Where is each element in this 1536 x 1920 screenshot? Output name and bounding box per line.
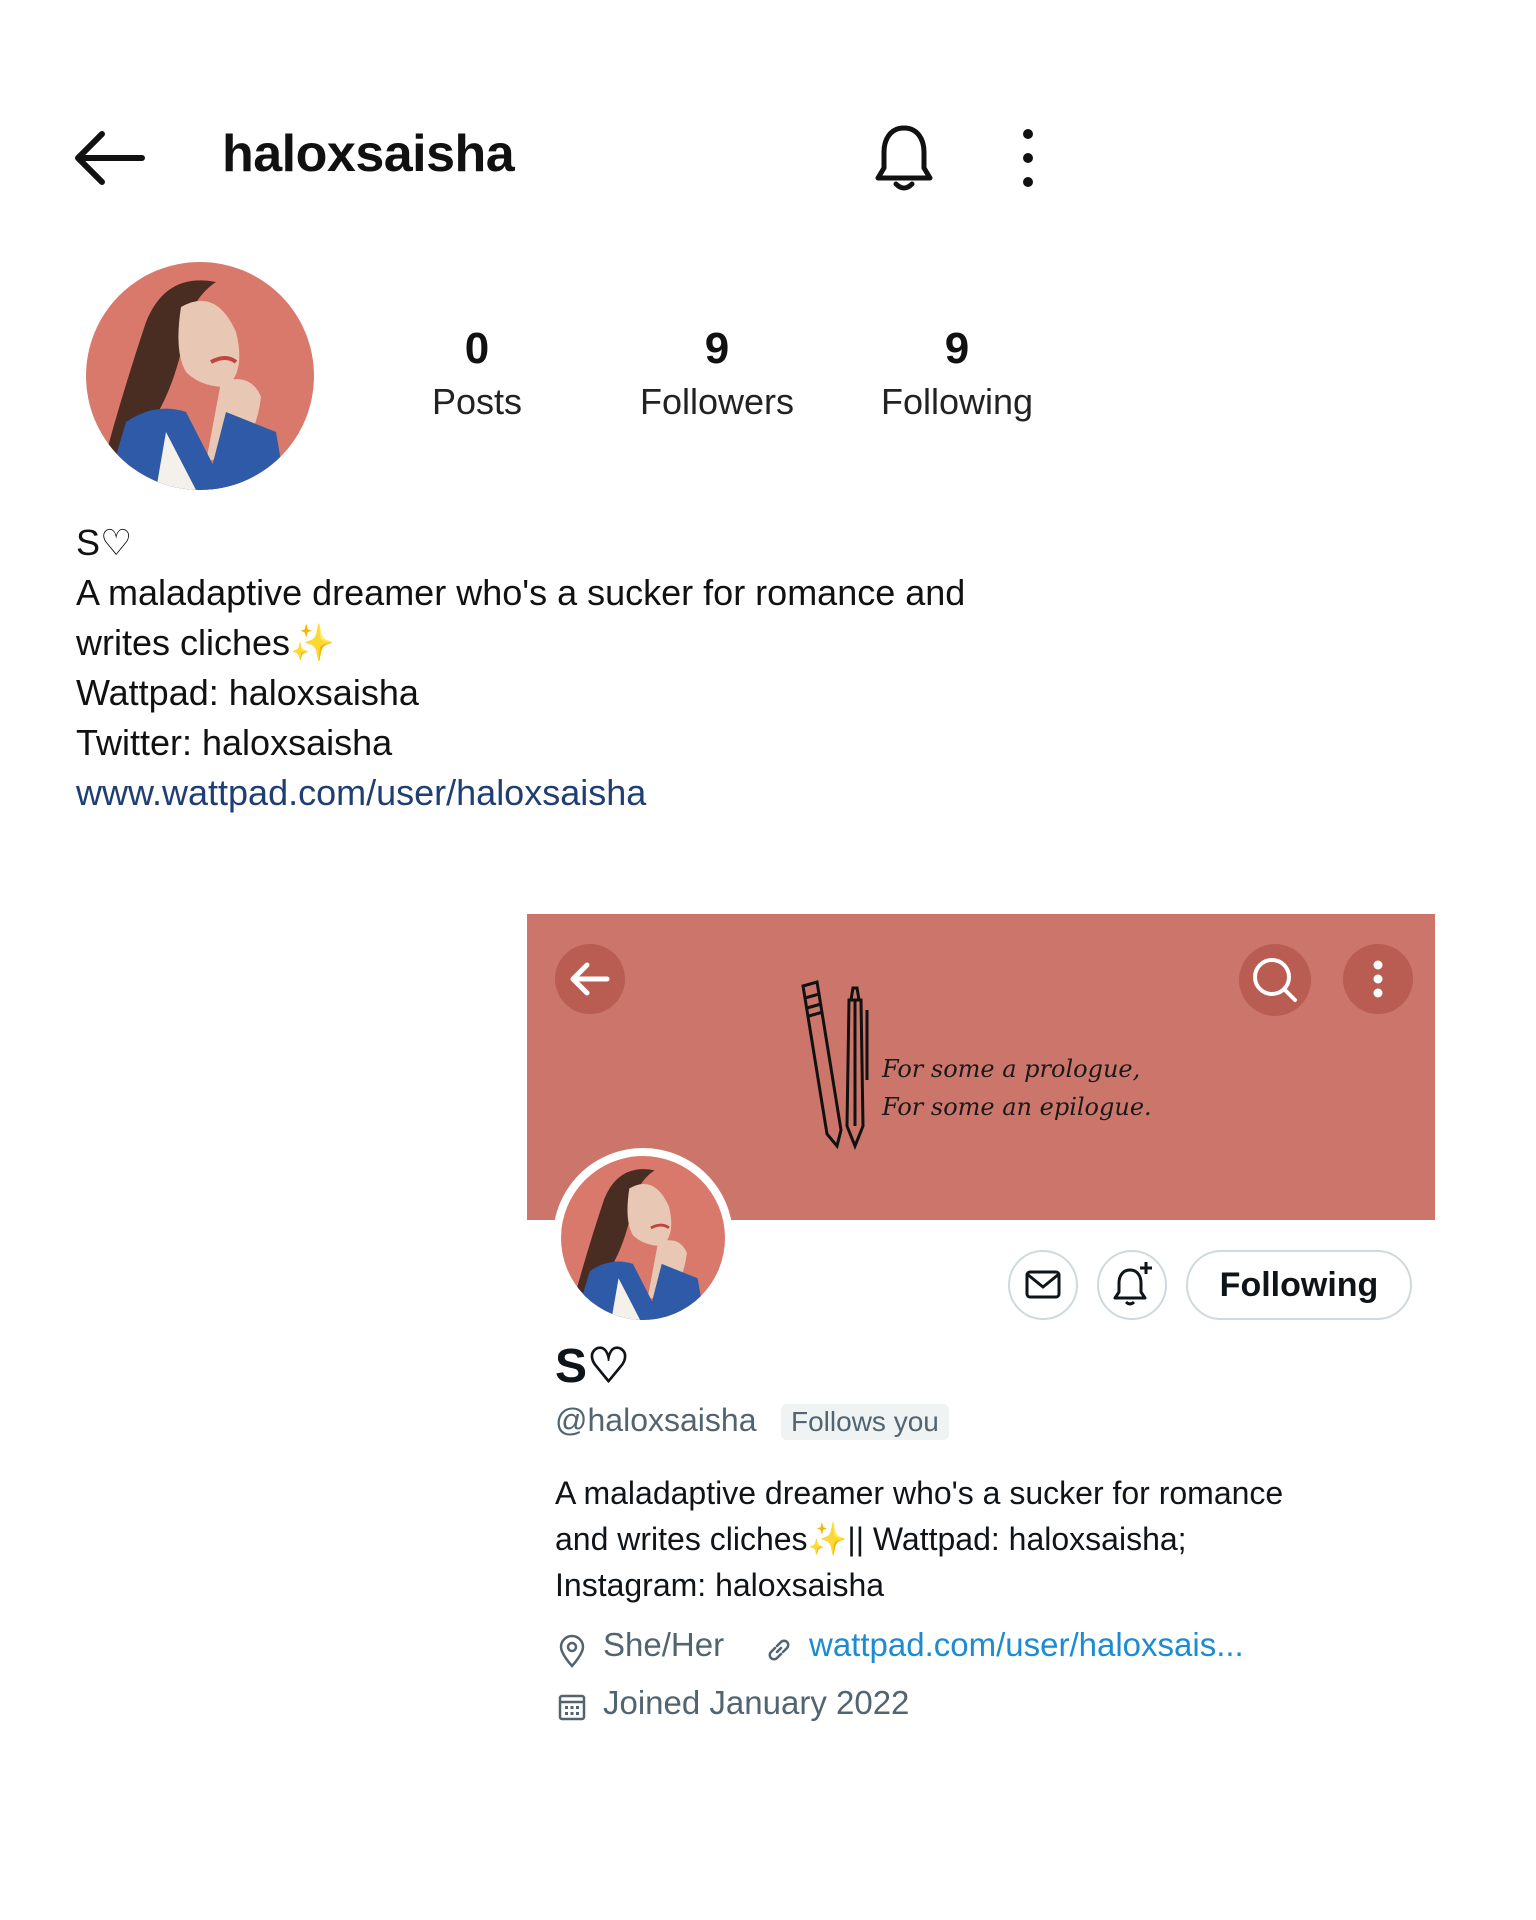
profile-bio: S♡ A maladaptive dreamer who's a sucker … bbox=[76, 518, 1056, 818]
banner-line: For some a prologue, bbox=[882, 1055, 1141, 1083]
search-icon bbox=[1253, 958, 1297, 1002]
follows-you-badge: Follows you bbox=[781, 1404, 949, 1440]
back-arrow-icon[interactable] bbox=[72, 128, 146, 188]
bio-line: Twitter: haloxsaisha bbox=[76, 722, 393, 763]
stat-label: Followers bbox=[639, 381, 795, 422]
stat-label: Posts bbox=[431, 381, 523, 422]
stat-value: 9 bbox=[704, 324, 730, 373]
bio-line: Instagram: haloxsaisha bbox=[555, 1567, 885, 1603]
sparkles-icon: ✨ bbox=[807, 1521, 848, 1557]
stat-label: Following bbox=[880, 381, 1034, 422]
avatar[interactable] bbox=[561, 1156, 725, 1320]
joined-date: Joined January 2022 bbox=[603, 1684, 910, 1721]
bio-text: and writes cliches bbox=[555, 1521, 808, 1557]
stat-followers[interactable]: 9 Followers bbox=[612, 322, 822, 428]
bio-name: S♡ bbox=[76, 522, 133, 563]
bio-line: A maladaptive dreamer who's a sucker for… bbox=[555, 1475, 1284, 1511]
twitter-profile-screenshot: For some a prologue, For some an epilogu… bbox=[527, 914, 1435, 1750]
bio-line: and writes cliches✨|| Wattpad: haloxsais… bbox=[555, 1516, 1405, 1562]
following-button[interactable]: Following bbox=[1186, 1250, 1412, 1320]
stat-posts[interactable]: 0 Posts bbox=[372, 322, 582, 428]
handle: @haloxsaisha bbox=[555, 1402, 757, 1438]
stat-value: 9 bbox=[944, 324, 970, 373]
profile-bio: A maladaptive dreamer who's a sucker for… bbox=[555, 1470, 1405, 1608]
more-vertical-icon[interactable] bbox=[1008, 124, 1048, 192]
bio-line: writes cliches✨ bbox=[76, 618, 1056, 668]
message-button[interactable] bbox=[1008, 1250, 1078, 1320]
bio-line: A maladaptive dreamer who's a sucker for… bbox=[76, 572, 966, 613]
banner-text: For some a prologue, For some an epilogu… bbox=[882, 1050, 1152, 1126]
more-button[interactable] bbox=[1343, 944, 1413, 1014]
calendar-icon bbox=[558, 1694, 586, 1721]
stat-following[interactable]: 9 Following bbox=[852, 322, 1062, 428]
back-arrow-icon bbox=[570, 962, 610, 996]
back-button[interactable] bbox=[555, 944, 625, 1014]
profile-username: haloxsaisha bbox=[222, 125, 515, 183]
notify-button[interactable] bbox=[1097, 1250, 1167, 1320]
search-button[interactable] bbox=[1239, 944, 1311, 1016]
pronouns: She/Her bbox=[603, 1626, 725, 1663]
sparkles-icon: ✨ bbox=[290, 622, 335, 663]
stat-value: 0 bbox=[464, 324, 490, 373]
avatar[interactable] bbox=[86, 262, 314, 490]
bell-icon[interactable] bbox=[872, 122, 936, 194]
bio-text: || Wattpad: haloxsaisha; bbox=[847, 1521, 1187, 1557]
banner-line: For some an epilogue. bbox=[882, 1093, 1152, 1121]
mail-icon bbox=[1025, 1270, 1061, 1299]
link-icon bbox=[768, 1639, 790, 1661]
bell-plus-icon bbox=[1113, 1262, 1152, 1306]
bio-link[interactable]: www.wattpad.com/user/haloxsaisha bbox=[76, 768, 1056, 818]
bio-line: Wattpad: haloxsaisha bbox=[76, 672, 419, 713]
profile-link[interactable]: wattpad.com/user/haloxsais... bbox=[809, 1626, 1244, 1664]
more-vertical-icon bbox=[1373, 960, 1383, 998]
location-pin-icon bbox=[559, 1634, 585, 1668]
display-name: S♡ bbox=[555, 1340, 631, 1393]
bio-text: writes cliches bbox=[76, 622, 291, 663]
